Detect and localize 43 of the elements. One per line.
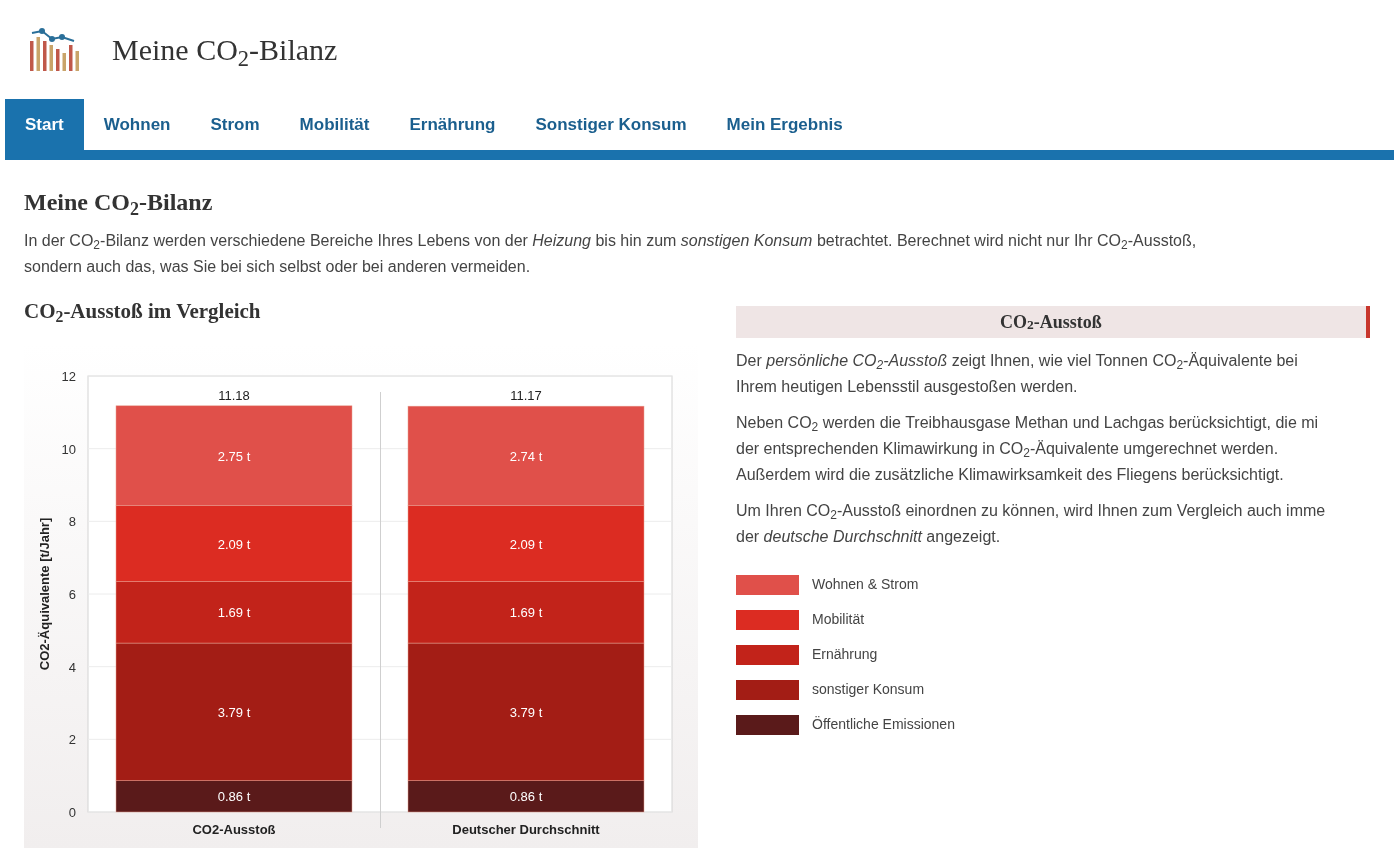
legend-label: sonstiger Konsum [812, 680, 925, 699]
nav-tab[interactable]: Start [5, 99, 84, 150]
intro-paragraph: In der CO$_{2}$-Bilanz werden verschiedene Bereiche Ihres Lebens von der Heizung bis hin zum sonstigen Konsum betrachtet. Berechnet wird nicht nur Ihr CO$_{2}$-Ausstoß, sondern auch das, was Sie bei sich selbst oder bei anderen vermeiden. [24, 231, 1198, 277]
data-label: 3.79 t [509, 704, 543, 720]
info-paragraph: Um Ihren CO$_{2}$-Ausstoß einordnen zu können, wird Ihnen zum Vergleich auch imme der deutsche Durchschnitt angezeigt. [736, 501, 1327, 547]
y-tick-label: 4 [68, 659, 76, 675]
data-label: 0.86 t [509, 788, 543, 804]
nav-tab[interactable]: Mobilität [279, 99, 390, 150]
info-paragraph: Der persönliche CO$_{2}$-Ausstoß zeigt Ihnen, wie viel Tonnen CO$_{2}$-Äquivalente bei Ihrem heutigen Lebensstil ausgestoßen werden. [736, 351, 1299, 397]
data-label: 2.74 t [509, 448, 543, 464]
data-label: 1.69 t [509, 604, 543, 620]
legend-label: Ernährung [812, 645, 878, 664]
data-label: 2.09 t [509, 536, 543, 552]
nav-tab[interactable]: Mein Ergebnis [706, 99, 863, 150]
y-axis-title: CO2-Äquivalente [t/Jahr] [37, 517, 52, 670]
data-label: 0.86 t [217, 788, 251, 804]
y-tick-label: 10 [61, 441, 76, 457]
y-tick-label: 2 [68, 731, 76, 747]
chart-heading: CO$_{2}$-Ausstoß im Vergleich [24, 298, 262, 327]
y-tick-label: 6 [68, 586, 76, 602]
y-tick-label: 12 [61, 368, 76, 384]
nav-tab[interactable]: Sonstiger Konsum [515, 99, 707, 150]
x-tick-label: CO2-Ausstoß [192, 821, 276, 837]
total-label: 11.18 [218, 387, 250, 403]
y-tick-label: 8 [68, 513, 76, 529]
legend-label: Wohnen & Strom [812, 575, 919, 594]
nav-tab[interactable]: Strom [190, 99, 280, 150]
total-label: 11.17 [510, 387, 542, 403]
data-label: 2.75 t [217, 448, 251, 464]
logo-icon [28, 26, 82, 73]
x-tick-label: Deutscher Durchschnitt [452, 821, 600, 837]
y-tick-label: 0 [68, 804, 76, 820]
site-title: Meine CO$_{2}$-Bilanz [112, 32, 338, 72]
page-heading: Meine CO$_{2}$-Bilanz [24, 188, 214, 220]
legend-label: Mobilität [812, 610, 865, 629]
info-paragraph: Neben CO$_{2}$ werden die Treibhausgase Methan und Lachgas berücksichtigt, die mi der entsprechenden Klimawirkung in CO$_{2}$-Äquivalente umgerechnet werden. Außerdem wird die zusätzliche Klimawirksamkeit des Fliegens berücksichtigt. [736, 413, 1320, 485]
data-label: 1.69 t [217, 604, 251, 620]
nav-tab[interactable]: Ernährung [389, 99, 516, 150]
data-label: 3.79 t [217, 704, 251, 720]
legend-label: Öffentliche Emissionen [812, 715, 955, 734]
data-label: 2.09 t [217, 536, 251, 552]
section-header: CO$_{2}$-Ausstoß [736, 306, 1370, 338]
nav-tab[interactable]: Wohnen [83, 99, 191, 150]
